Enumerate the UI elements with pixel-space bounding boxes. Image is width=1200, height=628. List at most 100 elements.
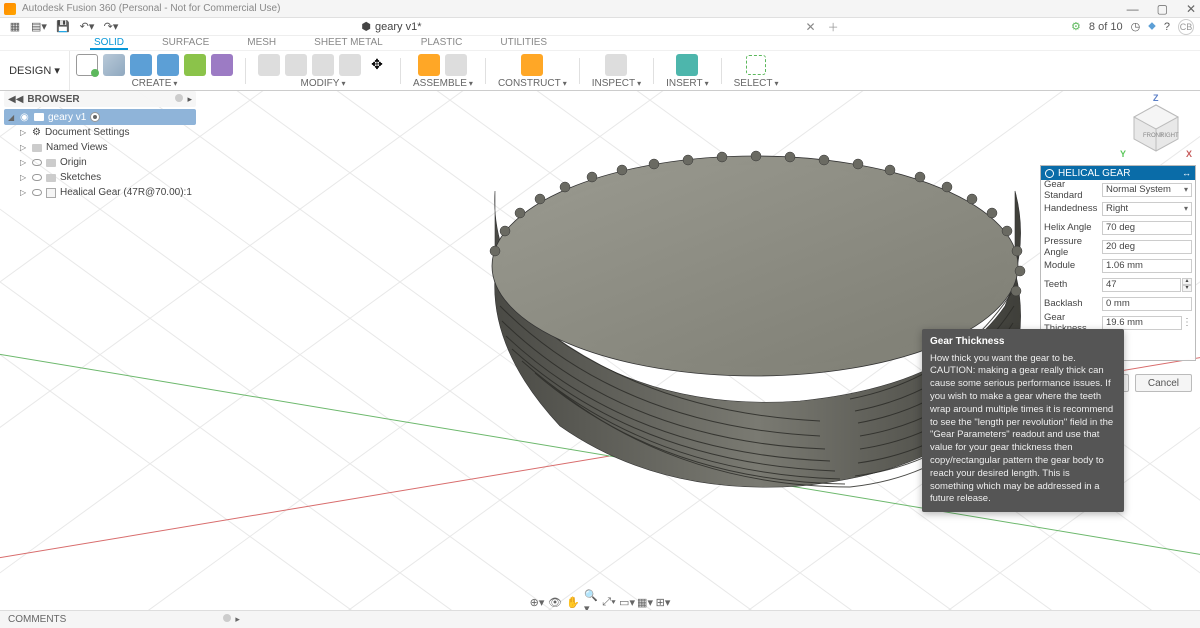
design-workspace-button[interactable]: DESIGN ▾ <box>0 51 70 90</box>
tab-solid[interactable]: SOLID <box>90 36 128 50</box>
extrude-icon[interactable] <box>103 54 125 76</box>
tab-utilities[interactable]: UTILITIES <box>496 36 551 50</box>
create-group-label[interactable]: CREATE▾ <box>132 78 178 90</box>
gear-standard-select[interactable]: Normal System <box>1102 183 1192 197</box>
job-status-icon[interactable]: ◷ <box>1131 20 1141 33</box>
look-icon[interactable]: 👁 <box>548 595 562 609</box>
tree-item[interactable]: ▷⚙ Document Settings <box>4 125 196 140</box>
measure-icon[interactable] <box>605 54 627 76</box>
inspect-group-label[interactable]: INSPECT▾ <box>592 78 641 90</box>
activate-radio-icon[interactable] <box>90 112 100 122</box>
extensions-count: 8 of 10 <box>1089 21 1123 33</box>
app-menu-icon[interactable]: ▦ <box>6 20 24 34</box>
teeth-input[interactable]: 47 <box>1102 278 1181 292</box>
zoom-icon[interactable]: 🔍▾ <box>584 595 598 609</box>
tree-item[interactable]: ▷ Named Views <box>4 140 196 155</box>
plane-icon[interactable] <box>521 54 543 76</box>
notifications-icon[interactable]: ⬥ <box>1148 20 1156 33</box>
doc-icon: ⬢ <box>361 20 371 33</box>
fit-icon[interactable]: ⤢▾ <box>602 595 616 609</box>
tooltip-body: How thick you want the gear to be. CAUTI… <box>930 353 1116 507</box>
tab-mesh[interactable]: MESH <box>243 36 280 50</box>
save-icon[interactable]: 💾 <box>54 20 72 34</box>
tree-item[interactable]: ▷ Healical Gear (47R@70.00):1 <box>4 185 196 200</box>
teeth-label: Teeth <box>1044 279 1102 290</box>
as-built-joint-icon[interactable] <box>445 54 467 76</box>
help-icon[interactable]: ? <box>1164 21 1170 33</box>
tab-plastic[interactable]: PLASTIC <box>417 36 467 50</box>
file-menu-icon[interactable]: ▤▾ <box>30 20 48 34</box>
root-label: geary v1 <box>48 112 86 123</box>
construct-group-label[interactable]: CONSTRUCT▾ <box>498 78 567 90</box>
viewcube[interactable]: FRONT RIGHT Z X Y <box>1126 97 1186 157</box>
teeth-spinner[interactable]: ▴▾ <box>1182 278 1192 292</box>
folder-icon <box>46 159 56 167</box>
fillet-icon[interactable] <box>285 54 307 76</box>
comments-opt-icon[interactable] <box>223 614 231 622</box>
gear-standard-label: Gear Standard <box>1044 179 1102 201</box>
move-icon[interactable]: ✥ <box>366 54 388 76</box>
revolve-icon[interactable] <box>130 54 152 76</box>
panel-expand-icon[interactable]: ↔ <box>1182 168 1191 178</box>
close-tab-icon[interactable]: ✕ <box>806 20 816 34</box>
extensions-icon[interactable]: ⚙ <box>1071 20 1081 33</box>
insert-group-label[interactable]: INSERT▾ <box>666 78 709 90</box>
pressure-angle-input[interactable]: 20 deg <box>1102 240 1192 254</box>
redo-icon[interactable]: ↷▾ <box>102 20 120 34</box>
select-icon[interactable] <box>746 55 766 75</box>
press-pull-icon[interactable] <box>258 54 280 76</box>
pan-icon[interactable]: ✋ <box>566 595 580 609</box>
tab-sheetmetal[interactable]: SHEET METAL <box>310 36 387 50</box>
sweep-icon[interactable] <box>157 54 179 76</box>
create-sketch-icon[interactable] <box>76 54 98 76</box>
grid-icon[interactable]: ▦▾ <box>638 595 652 609</box>
helix-angle-label: Helix Angle <box>1044 222 1102 233</box>
new-tab-icon[interactable]: ＋ <box>828 19 839 35</box>
display-icon[interactable]: ▭▾ <box>620 595 634 609</box>
cancel-button[interactable]: Cancel <box>1135 374 1192 392</box>
visibility-icon[interactable]: ◉ <box>20 112 30 123</box>
tree-root[interactable]: ◢◉ geary v1 <box>4 109 196 125</box>
viewport-icon[interactable]: ⊞▾ <box>656 595 670 609</box>
handedness-select[interactable]: Right <box>1102 202 1192 216</box>
select-group-label[interactable]: SELECT▾ <box>734 78 779 90</box>
close-button[interactable]: ✕ <box>1186 2 1196 16</box>
minimize-button[interactable]: — <box>1127 2 1139 16</box>
browser-expand-icon[interactable]: ▸ <box>187 94 192 105</box>
viewport[interactable]: ◀◀ BROWSER ▸ ◢◉ geary v1 ▷⚙ Document Set… <box>0 91 1200 610</box>
visibility-icon[interactable] <box>32 159 42 166</box>
loft-icon[interactable] <box>184 54 206 76</box>
collapse-icon[interactable]: ◀◀ <box>8 94 23 105</box>
joint-icon[interactable] <box>418 54 440 76</box>
user-badge[interactable]: CB <box>1178 19 1194 35</box>
backlash-input[interactable]: 0 mm <box>1102 297 1192 311</box>
gear-thickness-input[interactable]: 19.6 mm <box>1102 316 1182 330</box>
comments-expand-icon[interactable]: ▸ <box>235 614 240 625</box>
document-name[interactable]: geary v1* <box>375 21 421 33</box>
comments-label: COMMENTS <box>8 614 66 625</box>
helix-angle-input[interactable]: 70 deg <box>1102 221 1192 235</box>
browser-opt-icon[interactable] <box>175 94 183 102</box>
svg-text:RIGHT: RIGHT <box>1160 133 1179 139</box>
gear-thickness-options-icon[interactable]: ⋮ <box>1182 317 1192 328</box>
comments-bar[interactable]: COMMENTS ▸ <box>0 610 1200 628</box>
panel-gear-icon <box>1045 169 1054 178</box>
combine-icon[interactable] <box>339 54 361 76</box>
modify-group-label[interactable]: MODIFY▾ <box>301 78 346 90</box>
undo-icon[interactable]: ↶▾ <box>78 20 96 34</box>
box-icon[interactable] <box>211 54 233 76</box>
module-input[interactable]: 1.06 mm <box>1102 259 1192 273</box>
workspace-tabs: SOLID SURFACE MESH SHEET METAL PLASTIC U… <box>0 36 1200 51</box>
insert-decal-icon[interactable] <box>676 54 698 76</box>
maximize-button[interactable]: ▢ <box>1157 2 1168 16</box>
visibility-icon[interactable] <box>32 174 42 181</box>
visibility-icon[interactable] <box>32 189 42 196</box>
tree-item[interactable]: ▷ Origin <box>4 155 196 170</box>
tree-item[interactable]: ▷ Sketches <box>4 170 196 185</box>
shell-icon[interactable] <box>312 54 334 76</box>
backlash-label: Backlash <box>1044 298 1102 309</box>
body-icon <box>46 188 56 198</box>
assemble-group-label[interactable]: ASSEMBLE▾ <box>413 78 473 90</box>
orbit-icon[interactable]: ⊕▾ <box>530 595 544 609</box>
tab-surface[interactable]: SURFACE <box>158 36 213 50</box>
